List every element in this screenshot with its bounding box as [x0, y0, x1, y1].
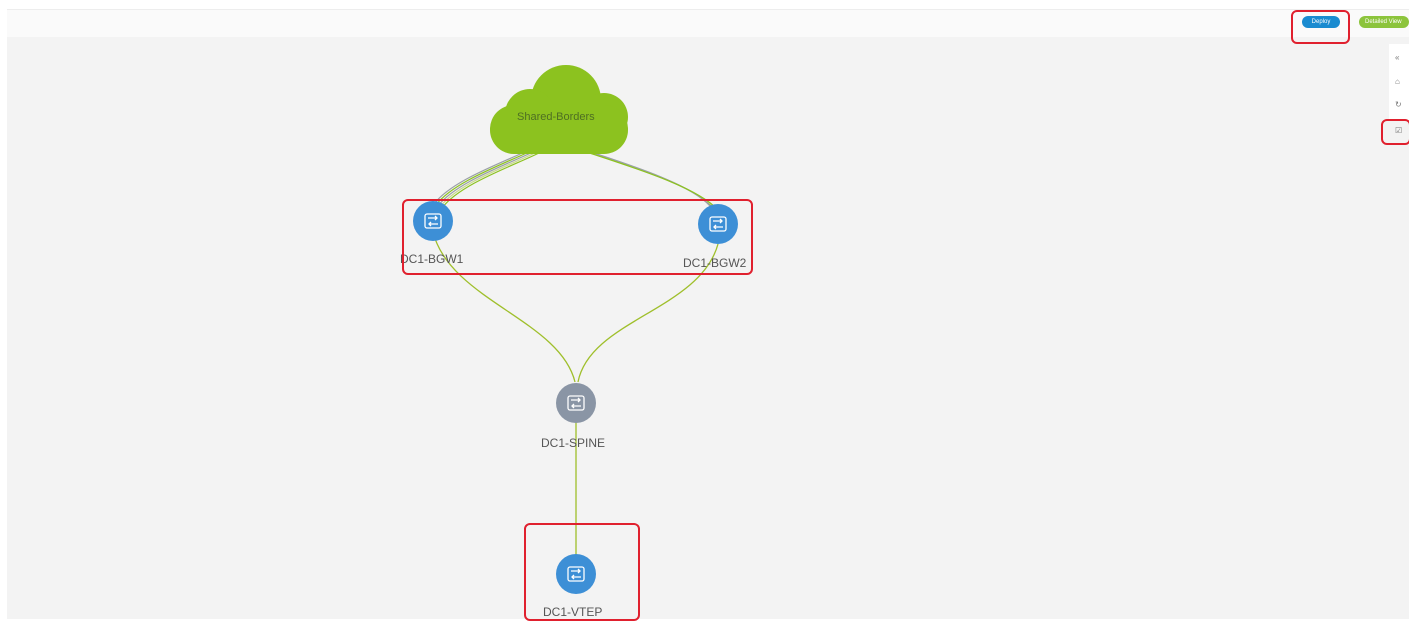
topology-graph [413, 65, 738, 594]
node-dc1-spine[interactable] [556, 383, 596, 423]
check-highlight-box [1381, 119, 1409, 145]
deploy-highlight-box [1291, 10, 1350, 44]
shared-borders-cloud[interactable] [490, 65, 628, 154]
cloud-label: Shared-Borders [517, 111, 595, 123]
vtep-highlight-box [524, 523, 640, 621]
border-gateways-highlight-box [402, 199, 753, 275]
node-label-dc1-spine: DC1-SPINE [541, 436, 606, 450]
